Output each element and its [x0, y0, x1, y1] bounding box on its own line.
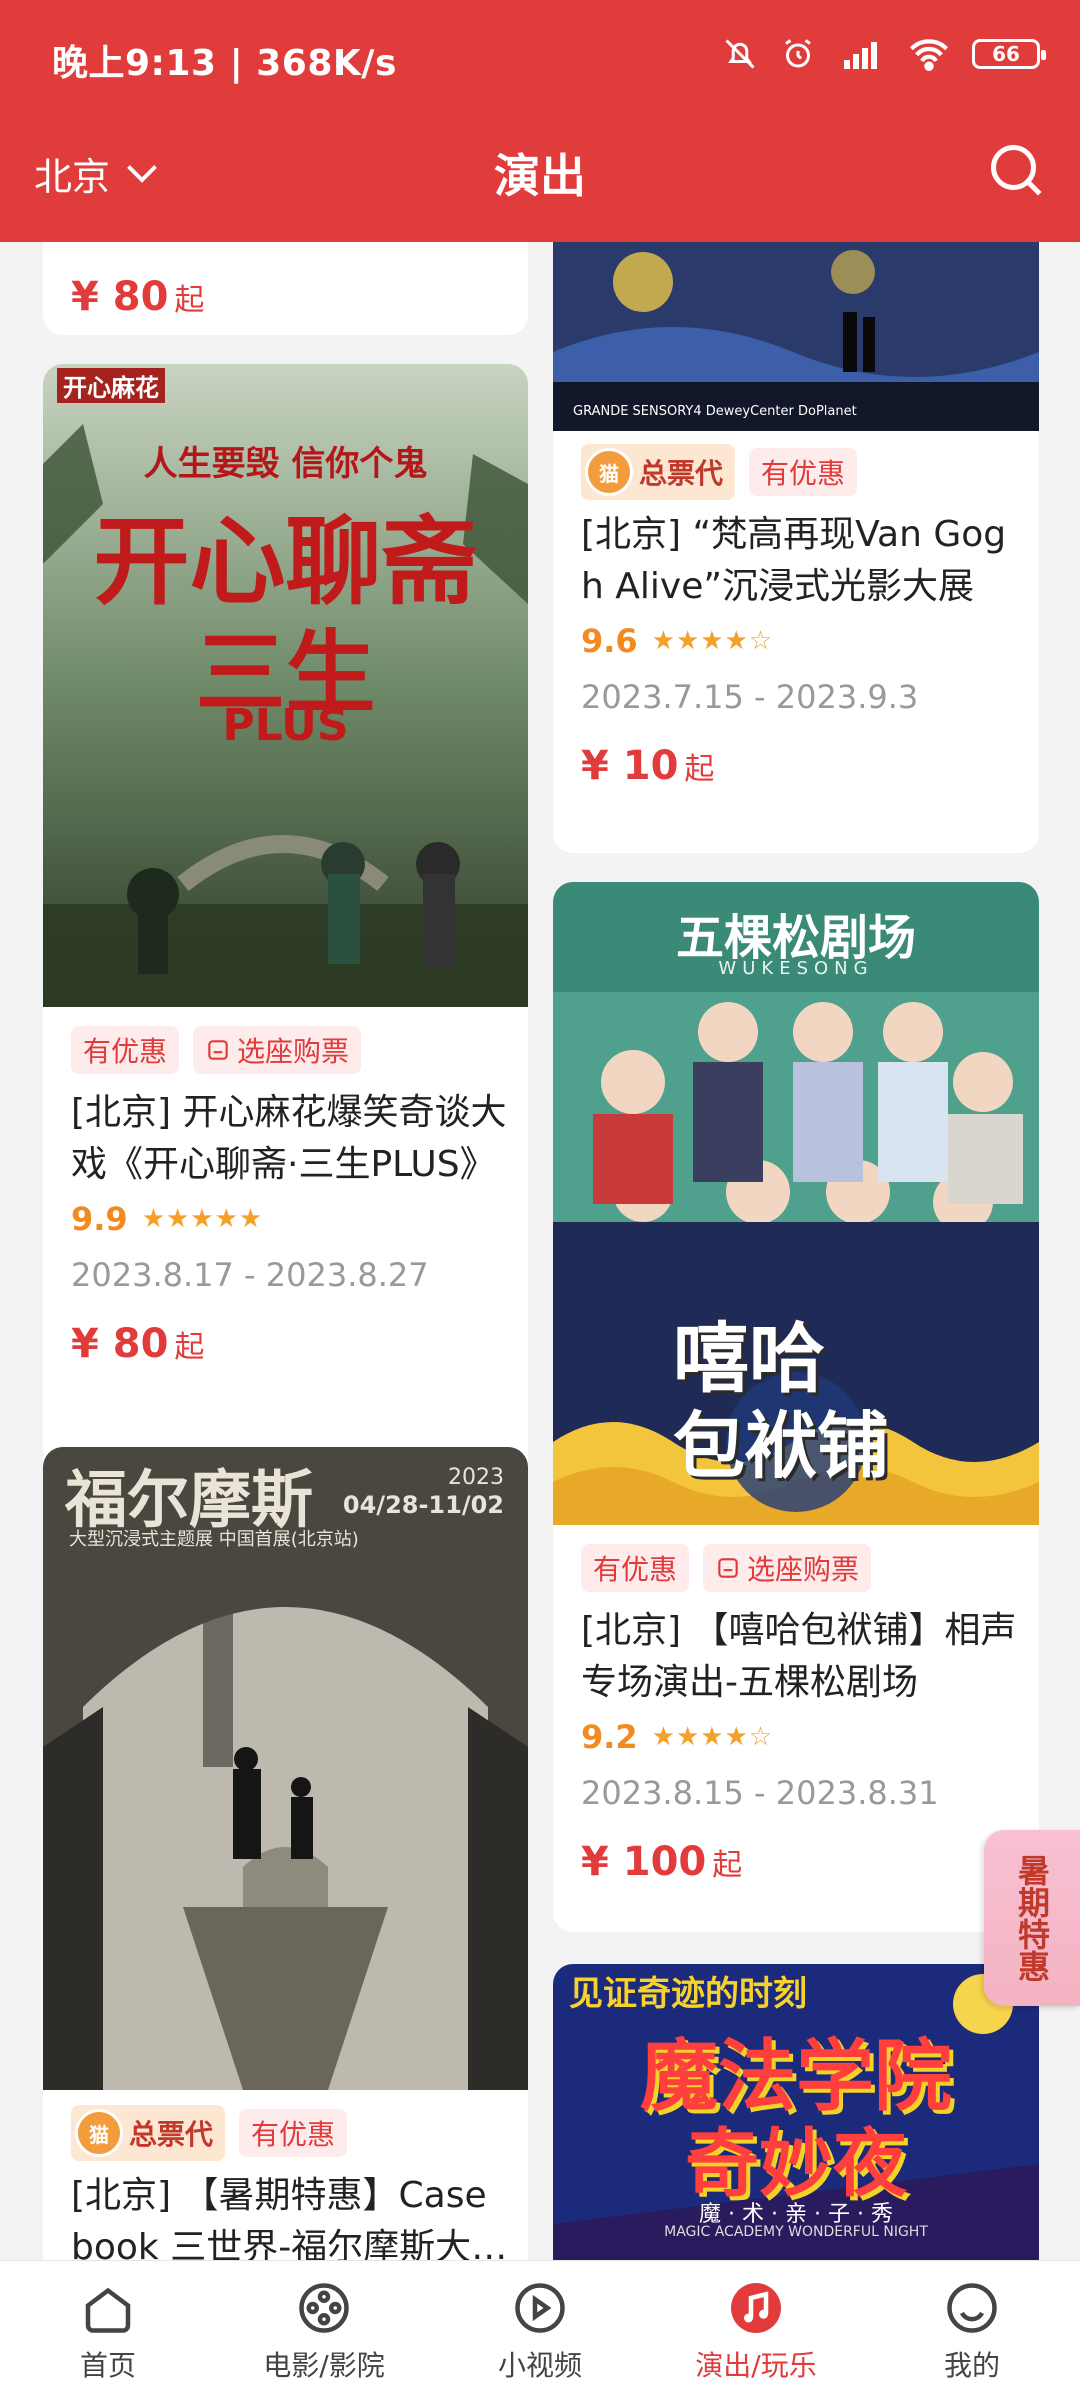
show-title: [北京] 开心麻花爆笑奇谈大戏《开心聊斋·三生PLUS》 [71, 1092, 507, 1185]
search-icon[interactable] [986, 140, 1046, 200]
poster-line2: 奇妙夜 [685, 2121, 907, 2207]
tag-discount: 有优惠 [581, 1544, 690, 1592]
page-title: 演出 [494, 149, 586, 203]
summer-promo-badge[interactable]: 暑期特惠 [984, 1830, 1080, 2006]
tab-profile[interactable]: 我的 [864, 2261, 1080, 2400]
rating-stars: ★★★★☆ [651, 1722, 774, 1752]
rating-stars: ★★★★☆ [651, 626, 774, 656]
show-card[interactable]: 福尔摩斯 2023 04/28-11/02 大型沉浸式主题展 中国首展(北京站)… [43, 1447, 528, 2260]
show-card[interactable]: 五棵松剧场 WUKESONG 嘻哈 包袱铺 有优惠 选座购票 [北京] 【嘻哈包… [553, 882, 1039, 1932]
film-reel-icon [299, 2282, 349, 2333]
profile-icon [947, 2282, 997, 2333]
rating-score: 9.9 [71, 1200, 128, 1238]
price: ¥ 10 起 [581, 743, 715, 789]
status-icons: 66 [722, 36, 1046, 72]
tag-discount: 有优惠 [239, 2109, 348, 2157]
show-date: 2023.7.15 - 2023.9.3 [581, 678, 919, 716]
poster-slogan: 人生要毁 信你个鬼 [143, 444, 428, 484]
show-feed[interactable]: ¥ 80 起 开心麻花 人生要毁 信你个鬼 开心聊斋 三生 PLUS 有优惠 选… [0, 242, 1080, 2260]
poster-name-line2: 包袱铺 [673, 1404, 890, 1488]
price: ¥ 80 起 [71, 1321, 205, 1367]
rating-score: 9.2 [581, 1718, 638, 1756]
show-card[interactable]: GRANDE SENSORY4 DeweyCenter DoPlanet 猫总票… [553, 242, 1039, 853]
show-title: [北京] 【暑期特惠】Case book 三世界-福尔摩斯大型沉浸式主题展 [71, 2175, 508, 2260]
status-time: 晚上9:13 | 368K/s [52, 43, 397, 84]
show-title: [北京] “梵高再现Van Gogh Alive”沉浸式光影大展 [581, 514, 1007, 607]
tag-agent: 猫总票代 [581, 444, 736, 500]
tag-seat-select: 选座购票 [193, 1026, 362, 1074]
show-date: 2023.8.15 - 2023.8.31 [581, 1774, 939, 1812]
poster-brand: 开心麻花 [57, 368, 165, 403]
tab-label: 小视频 [497, 2348, 582, 2382]
tag-discount: 有优惠 [71, 1026, 180, 1074]
poster-en: MAGIC ACADEMY WONDERFUL NIGHT [664, 2224, 928, 2240]
tab-label: 电影/影院 [263, 2348, 385, 2382]
top-bar: 晚上9:13 | 368K/s 66 北京 演出 [0, 0, 1080, 242]
rating-score: 9.6 [581, 622, 638, 660]
poster-plus: PLUS [222, 700, 349, 751]
bottom-tab-bar: 首页 电影/影院 小视频 演出/玩乐 我的 [0, 2260, 1080, 2400]
tag-seat-select: 选座购票 [703, 1544, 872, 1592]
ticket-icon [718, 1558, 738, 1578]
mascot-icon: 猫 [75, 2109, 123, 2157]
show-date: 2023.8.17 - 2023.8.27 [71, 1256, 429, 1294]
tab-short-video[interactable]: 小视频 [432, 2261, 648, 2400]
poster-sub: 大型沉浸式主题展 中国首展(北京站) [69, 1529, 359, 1550]
price: ¥ 80 起 [71, 274, 205, 320]
tab-label: 我的 [943, 2348, 1000, 2382]
poster-top: 见证奇迹的时刻 [569, 1974, 807, 2014]
poster-year: 2023 [448, 1465, 504, 1490]
tab-shows[interactable]: 演出/玩乐 [648, 2261, 864, 2400]
ticket-icon [208, 1040, 228, 1060]
signal-icon [844, 42, 877, 69]
price: ¥ 100 起 [581, 1839, 743, 1885]
show-card[interactable]: ¥ 80 起 [43, 242, 528, 335]
battery-icon: 66 [972, 39, 1046, 69]
tab-label: 首页 [79, 2348, 136, 2382]
alarm-icon [785, 39, 811, 68]
music-note-icon [731, 2282, 781, 2333]
show-card[interactable]: 开心麻花 人生要毁 信你个鬼 开心聊斋 三生 PLUS 有优惠 选座购票 [43, 364, 528, 1059]
poster-venue-en: WUKESONG [718, 958, 874, 979]
show-card[interactable]: 见证奇迹的时刻 魔法学院 奇妙夜 魔 · 术 · 亲 · 子 · 秀 MAGIC… [553, 1964, 1039, 2260]
play-icon [515, 2282, 565, 2333]
tab-movies[interactable]: 电影/影院 [216, 2261, 432, 2400]
tab-home[interactable]: 首页 [0, 2261, 216, 2400]
mute-bell-icon [725, 39, 755, 69]
tag-agent: 猫总票代 [71, 2105, 226, 2161]
rating-stars: ★★★★★ [141, 1204, 264, 1234]
wifi-icon [910, 39, 948, 71]
mascot-icon: 猫 [585, 448, 633, 496]
tab-label: 演出/玩乐 [695, 2348, 817, 2382]
home-icon [85, 2287, 131, 2333]
show-title: [北京] 【嘻哈包袱铺】相声专场演出-五棵松剧场 [581, 1610, 1017, 1703]
poster-sponsors: GRANDE SENSORY4 DeweyCenter DoPlanet [573, 404, 857, 419]
poster-dates: 04/28-11/02 [342, 1491, 504, 1519]
tag-discount: 有优惠 [749, 448, 858, 496]
show-poster [553, 242, 1039, 431]
